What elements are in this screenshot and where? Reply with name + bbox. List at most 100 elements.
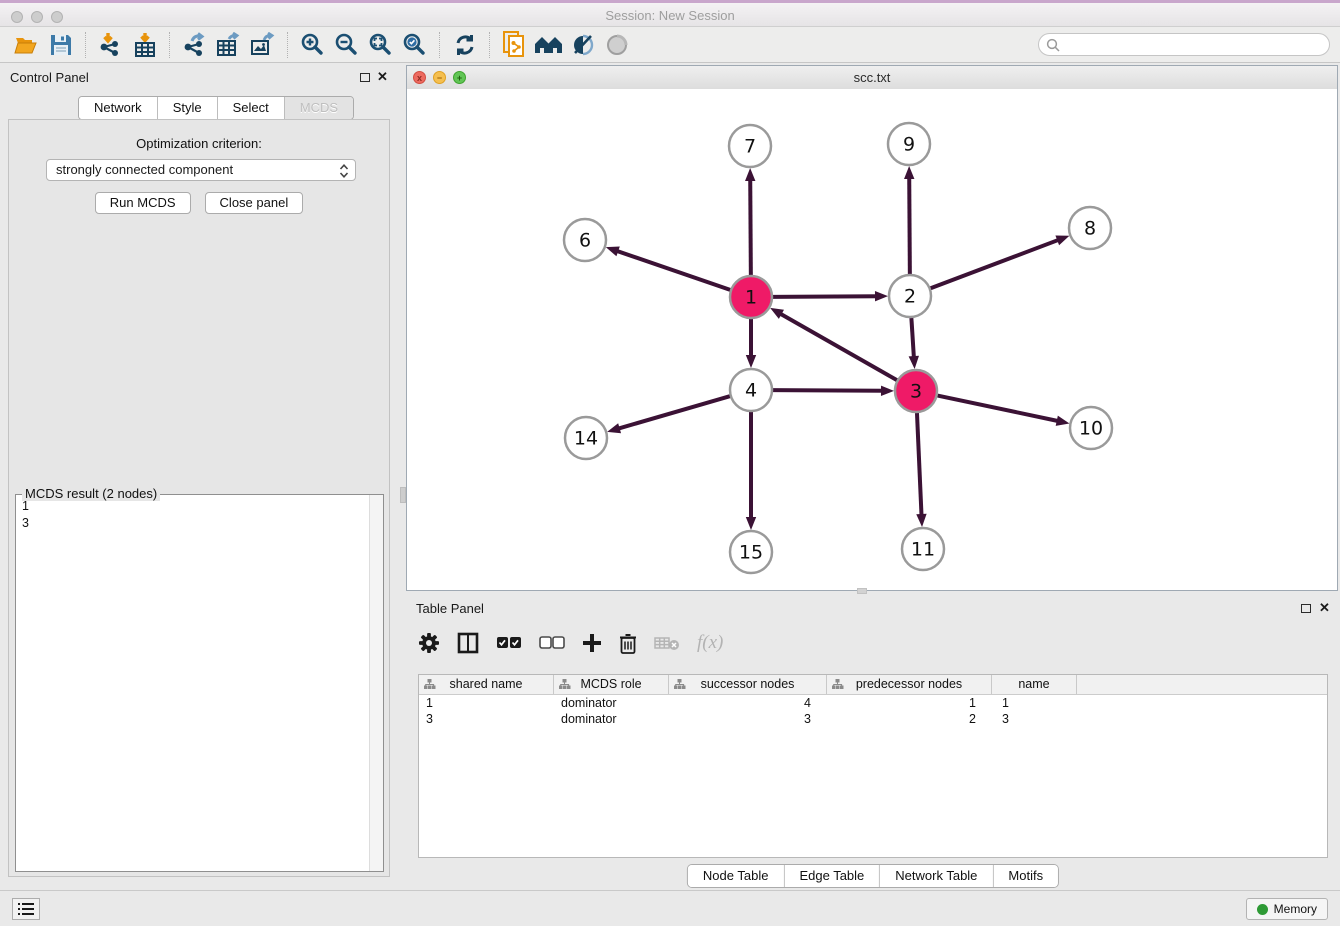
list-icon [18, 902, 34, 916]
edge-arrowhead [606, 246, 620, 256]
close-panel-button[interactable]: Close panel [205, 192, 304, 214]
graph-edge-1-6[interactable] [615, 250, 730, 289]
cell-name[interactable]: 3 [992, 711, 1077, 727]
cell-successor-nodes[interactable]: 3 [669, 711, 827, 727]
tab-select[interactable]: Select [218, 97, 285, 119]
control-panel: Control Panel ✕ Network Style Select MCD… [0, 63, 400, 890]
toggle-graphics-details-icon[interactable] [566, 30, 600, 60]
toolbar-separator [439, 32, 441, 58]
tab-motifs[interactable]: Motifs [993, 865, 1058, 887]
network-graph: 7968124314101511 [407, 89, 1337, 590]
cell-predecessor-nodes[interactable]: 2 [827, 711, 992, 727]
graph-edge-4-3[interactable] [773, 390, 884, 391]
tab-style[interactable]: Style [158, 97, 218, 119]
export-image-icon[interactable] [246, 30, 280, 60]
float-table-panel-icon[interactable] [1301, 604, 1311, 613]
task-history-button[interactable] [12, 898, 40, 920]
import-network-icon[interactable] [94, 30, 128, 60]
zoom-out-icon[interactable] [330, 30, 364, 60]
graph-node-label: 14 [574, 428, 598, 450]
graph-node-label: 11 [911, 539, 935, 561]
graph-node-label: 2 [904, 286, 916, 308]
graph-edge-3-1[interactable] [779, 313, 897, 380]
add-column-icon[interactable] [582, 633, 602, 653]
toolbar-separator [85, 32, 87, 58]
table-panel-title: Table Panel [416, 601, 484, 616]
birds-eye-view-icon[interactable] [600, 30, 634, 60]
zoom-in-icon[interactable] [296, 30, 330, 60]
cell-mcds-role[interactable]: dominator [554, 711, 669, 727]
table-options-gear-icon[interactable] [418, 632, 440, 654]
network-window-titlebar[interactable]: x − + scc.txt [407, 66, 1337, 90]
column-layout-icon[interactable] [457, 632, 479, 654]
edge-arrowhead [1055, 236, 1069, 246]
export-table-icon[interactable] [212, 30, 246, 60]
table-row[interactable]: 1 dominator 4 1 1 [419, 695, 1327, 711]
edge-arrowhead [770, 308, 784, 319]
zoom-selected-icon[interactable] [398, 30, 432, 60]
cell-predecessor-nodes[interactable]: 1 [827, 695, 992, 711]
close-table-panel-icon[interactable]: ✕ [1319, 600, 1330, 616]
cell-shared-name[interactable]: 3 [419, 711, 554, 727]
graph-edge-3-11[interactable] [917, 413, 922, 517]
cell-shared-name[interactable]: 1 [419, 695, 554, 711]
graph-edge-3-10[interactable] [938, 396, 1060, 422]
mcds-result-title: MCDS result (2 nodes) [22, 486, 160, 501]
refresh-layout-icon[interactable] [448, 30, 482, 60]
graph-node-label: 6 [579, 230, 591, 252]
optimization-criterion-select[interactable]: strongly connected component [46, 159, 356, 181]
tab-mcds[interactable]: MCDS [285, 97, 353, 119]
tab-node-table[interactable]: Node Table [688, 865, 785, 887]
node-table[interactable]: shared name MCDS role successor nodes pr… [418, 674, 1328, 858]
result-scrollbar[interactable] [369, 495, 383, 871]
zoom-fit-icon[interactable] [364, 30, 398, 60]
graph-edge-2-3[interactable] [911, 318, 914, 359]
tab-edge-table[interactable]: Edge Table [784, 865, 880, 887]
graph-edge-4-14[interactable] [617, 396, 730, 429]
save-session-icon[interactable] [44, 30, 78, 60]
apply-function-icon[interactable]: f(x) [697, 632, 723, 654]
search-input[interactable] [1038, 33, 1330, 56]
cell-mcds-role[interactable]: dominator [554, 695, 669, 711]
close-panel-icon[interactable]: ✕ [377, 69, 388, 85]
cell-name[interactable]: 1 [992, 695, 1077, 711]
tab-network-table[interactable]: Network Table [880, 865, 993, 887]
table-header-row: shared name MCDS role successor nodes pr… [419, 675, 1327, 695]
graph-edge-1-2[interactable] [773, 296, 878, 297]
graph-node-label: 9 [903, 134, 915, 156]
export-network-icon[interactable] [178, 30, 212, 60]
edge-arrowhead [607, 423, 621, 433]
graph-edge-1-7[interactable] [750, 178, 751, 275]
select-all-checkboxes-icon[interactable] [496, 636, 522, 650]
graph-node-label: 10 [1079, 418, 1103, 440]
graph-node-label: 3 [910, 381, 922, 403]
graph-node-label: 8 [1084, 218, 1096, 240]
column-header-mcds-role[interactable]: MCDS role [554, 675, 669, 694]
table-row[interactable]: 3 dominator 3 2 3 [419, 711, 1327, 727]
float-panel-icon[interactable] [360, 73, 370, 82]
column-header-successor-nodes[interactable]: successor nodes [669, 675, 827, 694]
column-header-predecessor-nodes[interactable]: predecessor nodes [827, 675, 992, 694]
import-table-icon[interactable] [128, 30, 162, 60]
clone-network-icon[interactable] [498, 30, 532, 60]
column-header-name[interactable]: name [992, 675, 1077, 694]
column-header-shared-name[interactable]: shared name [419, 675, 554, 694]
memory-status-icon [1257, 904, 1268, 915]
graph-edge-2-8[interactable] [931, 239, 1060, 288]
home-icon[interactable] [532, 30, 566, 60]
deselect-checkboxes-icon[interactable] [539, 636, 565, 650]
graph-edge-2-9[interactable] [909, 176, 910, 274]
network-canvas[interactable]: 7968124314101511 [407, 89, 1337, 590]
control-panel-title: Control Panel [10, 70, 89, 85]
tab-network[interactable]: Network [79, 97, 158, 119]
table-toolbar: f(x) [418, 624, 723, 662]
delete-column-icon[interactable] [619, 633, 637, 654]
memory-button[interactable]: Memory [1246, 898, 1328, 920]
delete-table-icon[interactable] [654, 635, 680, 651]
network-window-title: scc.txt [407, 66, 1337, 89]
open-file-icon[interactable] [10, 30, 44, 60]
cell-successor-nodes[interactable]: 4 [669, 695, 827, 711]
control-panel-tabs: Network Style Select MCDS [78, 96, 354, 120]
run-mcds-button[interactable]: Run MCDS [95, 192, 191, 214]
table-tabs: Node Table Edge Table Network Table Moti… [687, 864, 1059, 888]
